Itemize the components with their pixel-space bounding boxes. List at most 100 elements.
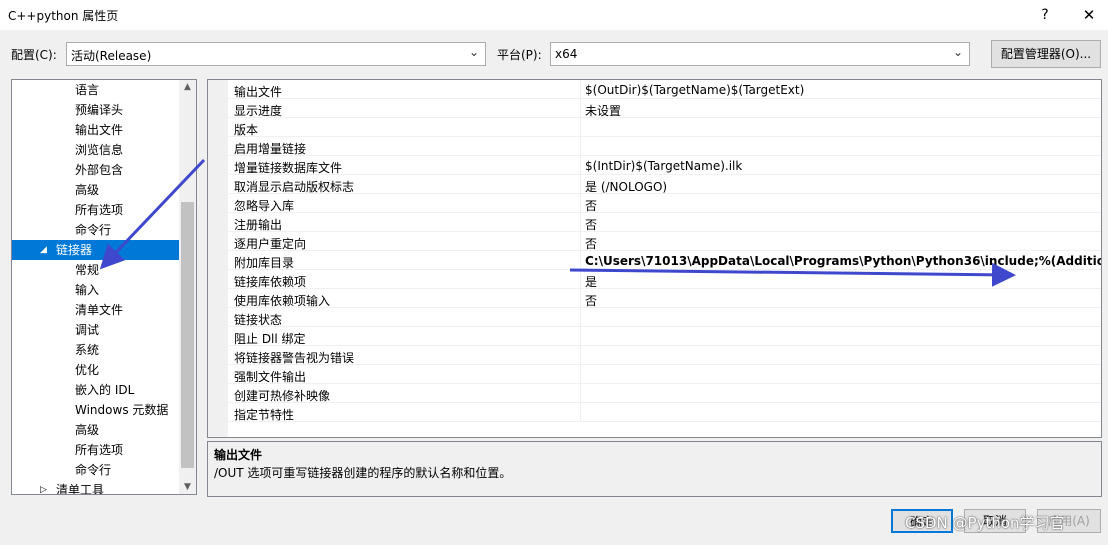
column-separator xyxy=(580,118,581,137)
tree-item-label: 嵌入的 IDL xyxy=(75,383,135,397)
column-separator xyxy=(580,213,581,232)
column-separator xyxy=(580,251,581,270)
help-button[interactable]: ? xyxy=(1028,4,1062,26)
tree-item[interactable]: 命令行 xyxy=(12,460,180,480)
property-row[interactable]: 阻止 Dll 绑定 xyxy=(228,327,1101,346)
property-name: 注册输出 xyxy=(234,218,283,232)
tree-item[interactable]: 清单文件 xyxy=(12,300,180,320)
tree-item-label: 语言 xyxy=(75,83,100,97)
property-value[interactable]: 否 xyxy=(585,197,597,214)
property-value[interactable]: 是 xyxy=(585,273,597,290)
property-name: 附加库目录 xyxy=(234,256,295,270)
property-name: 将链接器警告视为错误 xyxy=(234,351,355,365)
tree-item-label: 优化 xyxy=(75,363,100,377)
column-separator xyxy=(580,194,581,213)
tree-item[interactable]: ◢ 链接器 xyxy=(12,240,180,260)
tree-item[interactable]: 命令行 xyxy=(12,220,180,240)
property-value[interactable]: C:\Users\71013\AppData\Local\Programs\Py… xyxy=(585,254,1101,268)
scrollbar-thumb[interactable] xyxy=(181,202,194,468)
tree-item[interactable]: ▷ 清单工具 xyxy=(12,480,180,494)
tree-item[interactable]: 系统 xyxy=(12,340,180,360)
config-label: 配置(C): xyxy=(11,48,57,62)
tree-item[interactable]: 预编译头 xyxy=(12,100,180,120)
property-name: 逐用户重定向 xyxy=(234,237,307,251)
tree-item[interactable]: 语言 xyxy=(12,80,180,100)
tree-scrollbar[interactable]: ▲ ▼ xyxy=(179,80,196,494)
property-row[interactable]: 链接库依赖项 是 xyxy=(228,270,1101,289)
column-separator xyxy=(580,80,581,99)
tree-item[interactable]: 输出文件 xyxy=(12,120,180,140)
property-row[interactable]: 创建可热修补映像 xyxy=(228,384,1101,403)
description-title: 输出文件 xyxy=(214,448,263,462)
tree-item-label: 调试 xyxy=(75,323,100,337)
property-value[interactable]: 未设置 xyxy=(585,102,621,119)
property-grid[interactable]: 输出文件 $(OutDir)$(TargetName)$(TargetExt) 显示… xyxy=(207,79,1102,438)
property-row[interactable]: 增量链接数据库文件 $(IntDir)$(TargetName).ilk xyxy=(228,156,1101,175)
property-row[interactable]: 将链接器警告视为错误 xyxy=(228,346,1101,365)
collapsed-triangle-icon[interactable]: ▷ xyxy=(40,480,47,494)
property-row[interactable]: 启用增量链接 xyxy=(228,137,1101,156)
tree-item-label: 输入 xyxy=(75,283,100,297)
tree-item[interactable]: 输入 xyxy=(12,280,180,300)
property-name: 启用增量链接 xyxy=(234,142,307,156)
platform-label: 平台(P): xyxy=(497,48,542,62)
property-row[interactable]: 注册输出 否 xyxy=(228,213,1101,232)
property-row[interactable]: 忽略导入库 否 xyxy=(228,194,1101,213)
property-name: 显示进度 xyxy=(234,104,283,118)
tree-item-label: 浏览信息 xyxy=(75,143,124,157)
property-row[interactable]: 逐用户重定向 否 xyxy=(228,232,1101,251)
config-manager-button[interactable]: 配置管理器(O)... xyxy=(991,40,1101,68)
property-value[interactable]: 否 xyxy=(585,216,597,233)
tree-item[interactable]: 优化 xyxy=(12,360,180,380)
property-row[interactable]: 输出文件 $(OutDir)$(TargetName)$(TargetExt) xyxy=(228,80,1101,99)
property-value[interactable]: 否 xyxy=(585,292,597,309)
tree-item-label: 高级 xyxy=(75,423,100,437)
tree-item[interactable]: 高级 xyxy=(12,180,180,200)
tree-item[interactable]: 嵌入的 IDL xyxy=(12,380,180,400)
column-separator xyxy=(580,270,581,289)
property-value[interactable]: 是 (/NOLOGO) xyxy=(585,178,667,195)
expanded-triangle-icon[interactable]: ◢ xyxy=(40,240,47,260)
title-bar: C++python 属性页 ? ✕ xyxy=(0,0,1108,30)
property-value[interactable]: 否 xyxy=(585,235,597,252)
property-name: 增量链接数据库文件 xyxy=(234,161,343,175)
scroll-down-icon[interactable]: ▼ xyxy=(181,482,194,492)
platform-dropdown[interactable]: x64 ⌄ xyxy=(550,42,970,66)
tree-item-label: 所有选项 xyxy=(75,443,124,457)
close-button[interactable]: ✕ xyxy=(1072,4,1106,26)
tree-item[interactable]: 外部包含 xyxy=(12,160,180,180)
tree-item[interactable]: 高级 xyxy=(12,420,180,440)
column-separator xyxy=(580,175,581,194)
property-row[interactable]: 版本 xyxy=(228,118,1101,137)
property-row[interactable]: 使用库依赖项输入 否 xyxy=(228,289,1101,308)
property-value[interactable]: $(OutDir)$(TargetName)$(TargetExt) xyxy=(585,83,804,97)
tree-item[interactable]: 调试 xyxy=(12,320,180,340)
column-separator xyxy=(580,346,581,365)
settings-tree[interactable]: 语言 预编译头 输出文件 浏览信息 外部包含 高级 所有选项 命令行 ◢ 链接器 常规 输入 清单文件调… xyxy=(11,79,197,495)
tree-item[interactable]: Windows 元数据 xyxy=(12,400,180,420)
tree-item[interactable]: 浏览信息 xyxy=(12,140,180,160)
property-row[interactable]: 取消显示启动版权标志 是 (/NOLOGO) xyxy=(228,175,1101,194)
description-text: /OUT 选项可重写链接器创建的程序的默认名称和位置。 xyxy=(214,466,512,480)
column-separator xyxy=(580,99,581,118)
property-row[interactable]: 显示进度 未设置 xyxy=(228,99,1101,118)
column-separator xyxy=(580,365,581,384)
tree-item-label: 输出文件 xyxy=(75,123,124,137)
property-name: 阻止 Dll 绑定 xyxy=(234,332,306,346)
column-separator xyxy=(580,156,581,175)
property-row[interactable]: 强制文件输出 xyxy=(228,365,1101,384)
tree-item[interactable]: 所有选项 xyxy=(12,440,180,460)
property-row[interactable]: 链接状态 xyxy=(228,308,1101,327)
tree-item-label: 常规 xyxy=(75,263,100,277)
chevron-down-icon: ⌄ xyxy=(468,45,479,59)
property-row[interactable]: 附加库目录 C:\Users\71013\AppData\Local\Progra… xyxy=(228,251,1101,270)
tree-item[interactable]: 所有选项 xyxy=(12,200,180,220)
property-value[interactable]: $(IntDir)$(TargetName).ilk xyxy=(585,159,742,173)
config-dropdown[interactable]: 活动(Release) ⌄ xyxy=(66,42,486,66)
tree-item-label: 系统 xyxy=(75,343,100,357)
column-separator xyxy=(580,403,581,422)
tree-item[interactable]: 常规 xyxy=(12,260,180,280)
scroll-up-icon[interactable]: ▲ xyxy=(181,82,194,92)
property-row[interactable]: 指定节特性 xyxy=(228,403,1101,422)
column-separator xyxy=(580,308,581,327)
